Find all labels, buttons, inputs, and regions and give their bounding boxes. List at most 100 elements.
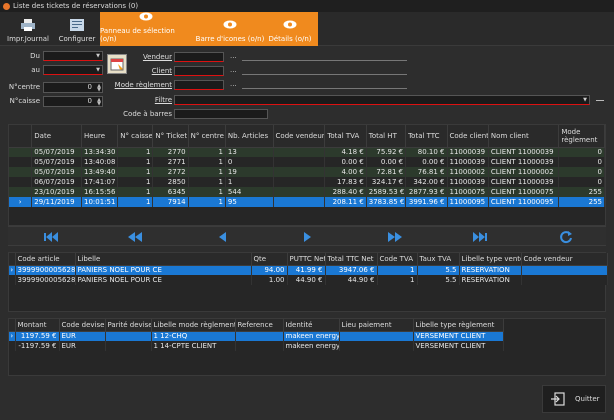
column-header[interactable]: Date bbox=[31, 125, 82, 148]
refresh-icon[interactable] bbox=[559, 230, 573, 244]
toolbar: Impr.Journal Configurer Panneau de sélec… bbox=[0, 12, 614, 46]
next-record-icon[interactable] bbox=[300, 232, 314, 242]
column-header[interactable]: Mode règlement bbox=[558, 125, 605, 148]
date-to-field[interactable]: ▼ bbox=[43, 65, 103, 75]
column-header[interactable]: Montant bbox=[15, 319, 60, 332]
column-header[interactable]: Total HT bbox=[366, 125, 407, 148]
quit-button[interactable]: Quitter bbox=[542, 385, 606, 413]
filtre-label: Filtre bbox=[154, 96, 172, 104]
next-page-icon[interactable] bbox=[388, 232, 402, 242]
du-label: Du bbox=[30, 52, 40, 60]
client-browse[interactable]: ... bbox=[230, 66, 237, 74]
selection-panel-toggle[interactable]: Panneau de sélection (o/n) bbox=[100, 12, 192, 46]
mode-reglement-browse[interactable]: ... bbox=[230, 80, 237, 88]
column-header[interactable]: Reference bbox=[235, 319, 284, 332]
first-record-icon[interactable] bbox=[44, 232, 58, 242]
chevron-down-icon[interactable]: ▼ bbox=[582, 97, 588, 103]
column-header[interactable]: Libelle type règlement bbox=[413, 319, 504, 332]
spinner-arrows-icon[interactable]: ▲ ▼ bbox=[97, 98, 101, 107]
ncaisse-label: N°caisse bbox=[9, 97, 40, 105]
record-navigator bbox=[8, 226, 606, 246]
filter-clear-icon[interactable] bbox=[596, 100, 604, 101]
exit-icon bbox=[551, 392, 565, 406]
vendeur-browse[interactable]: ... bbox=[230, 52, 237, 60]
toggle-group: Panneau de sélection (o/n) Barre d'icone… bbox=[100, 12, 318, 46]
table-row[interactable]: 3999900005628 PANIERS NOEL POUR CE 1.00 44.… bbox=[9, 275, 608, 285]
column-header[interactable]: Identité bbox=[283, 319, 340, 332]
column-header[interactable]: Libelle mode règlement bbox=[151, 319, 236, 332]
column-header[interactable]: Code vendeur bbox=[273, 125, 326, 148]
code-barres-label: Code à barres bbox=[123, 110, 172, 118]
table-row[interactable]: 06/07/2019 17:41:07 1 2850 1 1 17.83 €324.17 €… bbox=[9, 177, 605, 187]
column-header[interactable]: Code article bbox=[15, 253, 76, 266]
column-header[interactable]: N° caisse bbox=[117, 125, 154, 148]
column-header[interactable]: Total TTC Net bbox=[325, 253, 378, 266]
column-header[interactable]: Libelle bbox=[75, 253, 252, 266]
last-record-icon[interactable] bbox=[473, 232, 487, 242]
chevron-down-icon[interactable]: ▼ bbox=[95, 53, 101, 59]
centre-number-input[interactable]: 0 ▲ ▼ bbox=[43, 82, 103, 93]
column-header[interactable]: Nb. Articles bbox=[225, 125, 274, 148]
till-number-input[interactable]: 0 ▲ ▼ bbox=[43, 96, 103, 107]
column-header[interactable]: Heure bbox=[81, 125, 119, 148]
column-header[interactable]: Taux TVA bbox=[417, 253, 460, 266]
vendeur-name-display bbox=[242, 60, 407, 61]
au-label: au bbox=[31, 66, 40, 74]
eye-icon bbox=[223, 20, 237, 29]
previous-page-icon[interactable] bbox=[128, 232, 142, 242]
client-label: Client bbox=[151, 67, 172, 75]
date-from-field[interactable]: ▼ bbox=[43, 51, 103, 61]
column-header[interactable]: Libelle type vente bbox=[459, 253, 522, 266]
table-row-selected[interactable]: › 1197.59 € EUR 1 12-CHQ makeen energy VERSE… bbox=[9, 331, 504, 341]
column-header[interactable]: Code vendeur bbox=[521, 253, 608, 266]
table-row[interactable]: 23/10/2019 16:15:56 1 6345 1 544 288.40 €2589.… bbox=[9, 187, 605, 197]
chevron-down-icon[interactable]: ▼ bbox=[95, 67, 101, 73]
column-header[interactable]: Total TVA bbox=[324, 125, 367, 148]
row-indicator-header bbox=[9, 125, 33, 148]
column-header[interactable]: Code devise bbox=[59, 319, 106, 332]
vendeur-label: Vendeur bbox=[142, 53, 172, 61]
articles-grid: Code article Libelle Qte PUTTC Net Total… bbox=[8, 252, 608, 312]
column-header[interactable]: N° centre bbox=[188, 125, 226, 148]
column-header[interactable]: Code client bbox=[447, 125, 489, 148]
table-row-selected[interactable]: › 29/11/2019 10:01:51 1 7914 1 95 208.11 €3783… bbox=[9, 197, 605, 207]
column-header[interactable]: Nom client bbox=[488, 125, 560, 148]
payments-grid: Montant Code devise Parité devise Libell… bbox=[8, 318, 606, 376]
mode-reglement-field[interactable] bbox=[174, 80, 224, 90]
configure-button[interactable]: Configurer bbox=[56, 12, 98, 46]
previous-record-icon[interactable] bbox=[216, 232, 230, 242]
filter-field[interactable]: ▼ bbox=[174, 95, 590, 105]
ncentre-label: N°centre bbox=[8, 83, 40, 91]
configure-icon bbox=[70, 19, 84, 31]
client-name-display bbox=[242, 74, 407, 75]
column-header[interactable]: Total TTC bbox=[405, 125, 448, 148]
title-bar: Liste des tickets de réservations (0) bbox=[0, 0, 614, 12]
printer-icon bbox=[21, 19, 35, 31]
table-row-selected[interactable]: › 3999900005628 PANIERS NOEL POUR CE 94.00… bbox=[9, 265, 608, 275]
spinner-arrows-icon[interactable]: ▲ ▼ bbox=[97, 84, 101, 93]
column-header[interactable]: Parité devise bbox=[105, 319, 152, 332]
eye-icon bbox=[283, 20, 297, 29]
icon-bar-toggle[interactable]: Barre d'icones (o/n) bbox=[188, 12, 272, 46]
window-title: Liste des tickets de réservations (0) bbox=[13, 2, 139, 10]
column-header[interactable]: Code TVA bbox=[377, 253, 418, 266]
row-pointer-icon: › bbox=[9, 197, 33, 207]
tickets-grid: Date Heure N° caisse N° Ticket N° centre… bbox=[8, 124, 606, 226]
app-icon bbox=[3, 2, 10, 10]
column-header[interactable]: N° Ticket bbox=[152, 125, 189, 148]
mode-reglement-display bbox=[242, 88, 407, 89]
table-row[interactable]: -1197.59 € EUR 1 14-CPTE CLIENT makeen ener… bbox=[9, 341, 504, 351]
column-header[interactable]: Lieu paiement bbox=[339, 319, 414, 332]
barcode-field[interactable] bbox=[174, 109, 268, 119]
table-row[interactable]: 05/07/2019 13:49:40 1 2772 1 19 4.00 €72.81 €7… bbox=[9, 167, 605, 177]
print-journal-button[interactable]: Impr.Journal bbox=[6, 12, 50, 46]
vendeur-field[interactable] bbox=[174, 52, 224, 62]
mode-reglement-label: Mode règlement bbox=[114, 81, 172, 89]
eye-icon bbox=[139, 12, 153, 21]
details-toggle[interactable]: Détails (o/n) bbox=[262, 12, 318, 46]
column-header[interactable]: PUTTC Net bbox=[287, 253, 326, 266]
table-row[interactable]: 05/07/2019 13:34:30 1 2770 1 13 4.18 €75.92 €8… bbox=[9, 147, 605, 157]
table-row[interactable]: 05/07/2019 13:40:08 1 2771 1 0 0.00 €0.00 €0.0… bbox=[9, 157, 605, 167]
client-field[interactable] bbox=[174, 66, 224, 76]
column-header[interactable]: Qte bbox=[251, 253, 288, 266]
